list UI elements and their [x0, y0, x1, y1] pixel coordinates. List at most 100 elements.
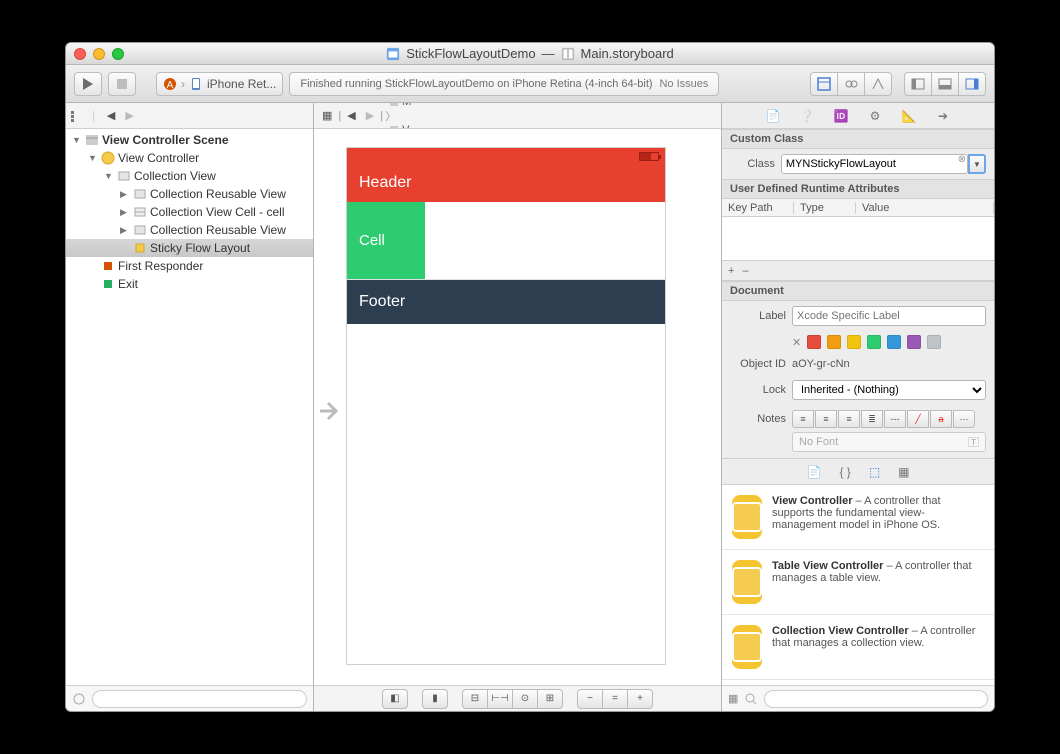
- project-icon: [386, 47, 400, 61]
- object-library-tab[interactable]: ⬚: [869, 465, 880, 479]
- notes-sep-button[interactable]: ---: [884, 410, 906, 428]
- file-templates-tab[interactable]: 📄: [807, 465, 822, 479]
- font-picker-icon[interactable]: 🅃: [968, 434, 979, 450]
- run-button[interactable]: [74, 72, 102, 96]
- zoom-button[interactable]: [112, 48, 124, 60]
- storyboard-icon: [561, 47, 575, 61]
- breadcrumb-item[interactable]: M: [385, 103, 514, 108]
- close-button[interactable]: [74, 48, 86, 60]
- color-swatch[interactable]: [887, 335, 901, 349]
- document-outline-toggle[interactable]: ◧: [382, 689, 408, 709]
- runtime-attrs-table[interactable]: Key Path Type Value + –: [722, 199, 994, 281]
- label-input[interactable]: [792, 306, 986, 326]
- form-factor-button[interactable]: ▮: [422, 689, 448, 709]
- color-swatch[interactable]: [827, 335, 841, 349]
- outline-scene-header[interactable]: ▼ View Controller Scene: [66, 131, 313, 149]
- filter-input[interactable]: [92, 690, 307, 708]
- align-justify-button[interactable]: ≣: [861, 410, 883, 428]
- clear-icon[interactable]: ⊗: [958, 154, 966, 165]
- library-item[interactable]: Table View Controller – A controller tha…: [722, 550, 994, 615]
- file-inspector-tab[interactable]: 📄: [763, 107, 783, 125]
- library-item[interactable]: Collection View Controller – A controlle…: [722, 615, 994, 680]
- align-left-button[interactable]: ≡: [792, 410, 814, 428]
- minimize-button[interactable]: [93, 48, 105, 60]
- outline-row[interactable]: ▼View Controller: [66, 149, 313, 167]
- clear-color-button[interactable]: ✕: [792, 336, 801, 349]
- history-fwd-button[interactable]: ▶: [121, 109, 137, 122]
- assistant-editor-button[interactable]: [837, 72, 865, 96]
- activity-viewer[interactable]: Finished running StickFlowLayoutDemo on …: [289, 72, 719, 96]
- outline-row[interactable]: ▶Collection Reusable View: [66, 221, 313, 239]
- class-combobox[interactable]: ⊗ ▼: [781, 154, 986, 174]
- color-swatch[interactable]: [867, 335, 881, 349]
- outline-row[interactable]: Exit: [66, 275, 313, 293]
- version-editor-button[interactable]: [864, 72, 892, 96]
- notes-font-field[interactable]: No Font 🅃: [792, 432, 986, 452]
- standard-editor-button[interactable]: [810, 72, 838, 96]
- toggle-navigator-button[interactable]: [904, 72, 932, 96]
- add-attr-button[interactable]: +: [728, 265, 734, 277]
- stop-button[interactable]: [108, 72, 136, 96]
- utilities-panel: 📄 ❔ 🆔 ⚙ 📐 ➔ Custom Class Class ⊗ ▼ User …: [722, 103, 994, 711]
- zoom-out-button[interactable]: −: [577, 689, 603, 709]
- remove-attr-button[interactable]: –: [742, 265, 748, 277]
- history-fwd-button[interactable]: ▶: [362, 109, 378, 122]
- color-swatch[interactable]: [907, 335, 921, 349]
- align-right-button[interactable]: ≡: [838, 410, 860, 428]
- outline-row[interactable]: First Responder: [66, 257, 313, 275]
- size-inspector-tab[interactable]: 📐: [899, 107, 919, 125]
- notes-more-button[interactable]: ⋯: [953, 410, 975, 428]
- label-row: Label: [722, 301, 994, 331]
- color-swatch[interactable]: [807, 335, 821, 349]
- ib-canvas[interactable]: Header Cell Footer: [314, 129, 721, 685]
- editor-assistant-icon: [844, 77, 858, 91]
- editor-panel: ▦ | ◀ ▶ | StickFlowLayoutDemo〉 S〉 M〉 M〉 …: [314, 103, 722, 711]
- align-center-button[interactable]: ≡: [815, 410, 837, 428]
- zoom-in-button[interactable]: +: [627, 689, 653, 709]
- toggle-utilities-button[interactable]: [958, 72, 986, 96]
- related-items-button[interactable]: ▦: [318, 109, 336, 122]
- history-back-button[interactable]: ◀: [103, 109, 119, 122]
- scheme-selector[interactable]: A › iPhone Ret...: [156, 72, 283, 96]
- filter-icon[interactable]: [72, 692, 86, 706]
- connections-inspector-tab[interactable]: ➔: [933, 107, 953, 125]
- history-back-button[interactable]: ◀: [343, 109, 359, 122]
- tree-item-icon: [133, 241, 147, 255]
- nav-outline-icon[interactable]: [70, 109, 84, 123]
- document-header: Document: [722, 281, 994, 301]
- document-outline[interactable]: ▼ View Controller Scene ▼View Controller…: [66, 129, 313, 685]
- library-item[interactable]: View Controller – A controller that supp…: [722, 485, 994, 550]
- outline-row[interactable]: Sticky Flow Layout: [66, 239, 313, 257]
- jump-bar[interactable]: ▦ | ◀ ▶ | StickFlowLayoutDemo〉 S〉 M〉 M〉 …: [314, 103, 721, 129]
- zoom-actual-button[interactable]: =: [602, 689, 628, 709]
- pin-button[interactable]: ⊢⊣: [487, 689, 513, 709]
- code-snippets-tab[interactable]: { }: [839, 465, 850, 479]
- class-input[interactable]: [781, 154, 968, 174]
- notes-strike-button[interactable]: a: [930, 410, 952, 428]
- notes-bold-button[interactable]: ╱: [907, 410, 929, 428]
- resolve-issues-button[interactable]: ⊙: [512, 689, 538, 709]
- outline-row[interactable]: ▼Collection View: [66, 167, 313, 185]
- collection-header-view[interactable]: Header: [347, 164, 665, 202]
- media-library-tab[interactable]: ▦: [898, 465, 909, 479]
- toggle-debug-button[interactable]: [931, 72, 959, 96]
- library-filter-input[interactable]: [764, 690, 988, 708]
- udra-header: User Defined Runtime Attributes: [722, 179, 994, 199]
- align-button[interactable]: ⊟: [462, 689, 488, 709]
- object-library[interactable]: View Controller – A controller that supp…: [722, 484, 994, 685]
- collection-cell[interactable]: Cell: [347, 202, 425, 279]
- identity-inspector-tab[interactable]: 🆔: [831, 107, 851, 125]
- view-controller-canvas[interactable]: Header Cell Footer: [346, 147, 666, 665]
- chevron-down-icon[interactable]: ▼: [968, 154, 986, 174]
- color-swatch[interactable]: [927, 335, 941, 349]
- collection-footer-view[interactable]: Footer: [347, 280, 665, 324]
- outline-row[interactable]: ▶Collection Reusable View: [66, 185, 313, 203]
- svg-text:A: A: [167, 80, 174, 91]
- outline-row[interactable]: ▶Collection View Cell - cell: [66, 203, 313, 221]
- view-mode-button[interactable]: ▦: [728, 692, 738, 705]
- lock-select[interactable]: Inherited - (Nothing): [792, 380, 986, 400]
- quick-help-tab[interactable]: ❔: [797, 107, 817, 125]
- color-swatch[interactable]: [847, 335, 861, 349]
- attributes-inspector-tab[interactable]: ⚙: [865, 107, 885, 125]
- resizing-button[interactable]: ⊞: [537, 689, 563, 709]
